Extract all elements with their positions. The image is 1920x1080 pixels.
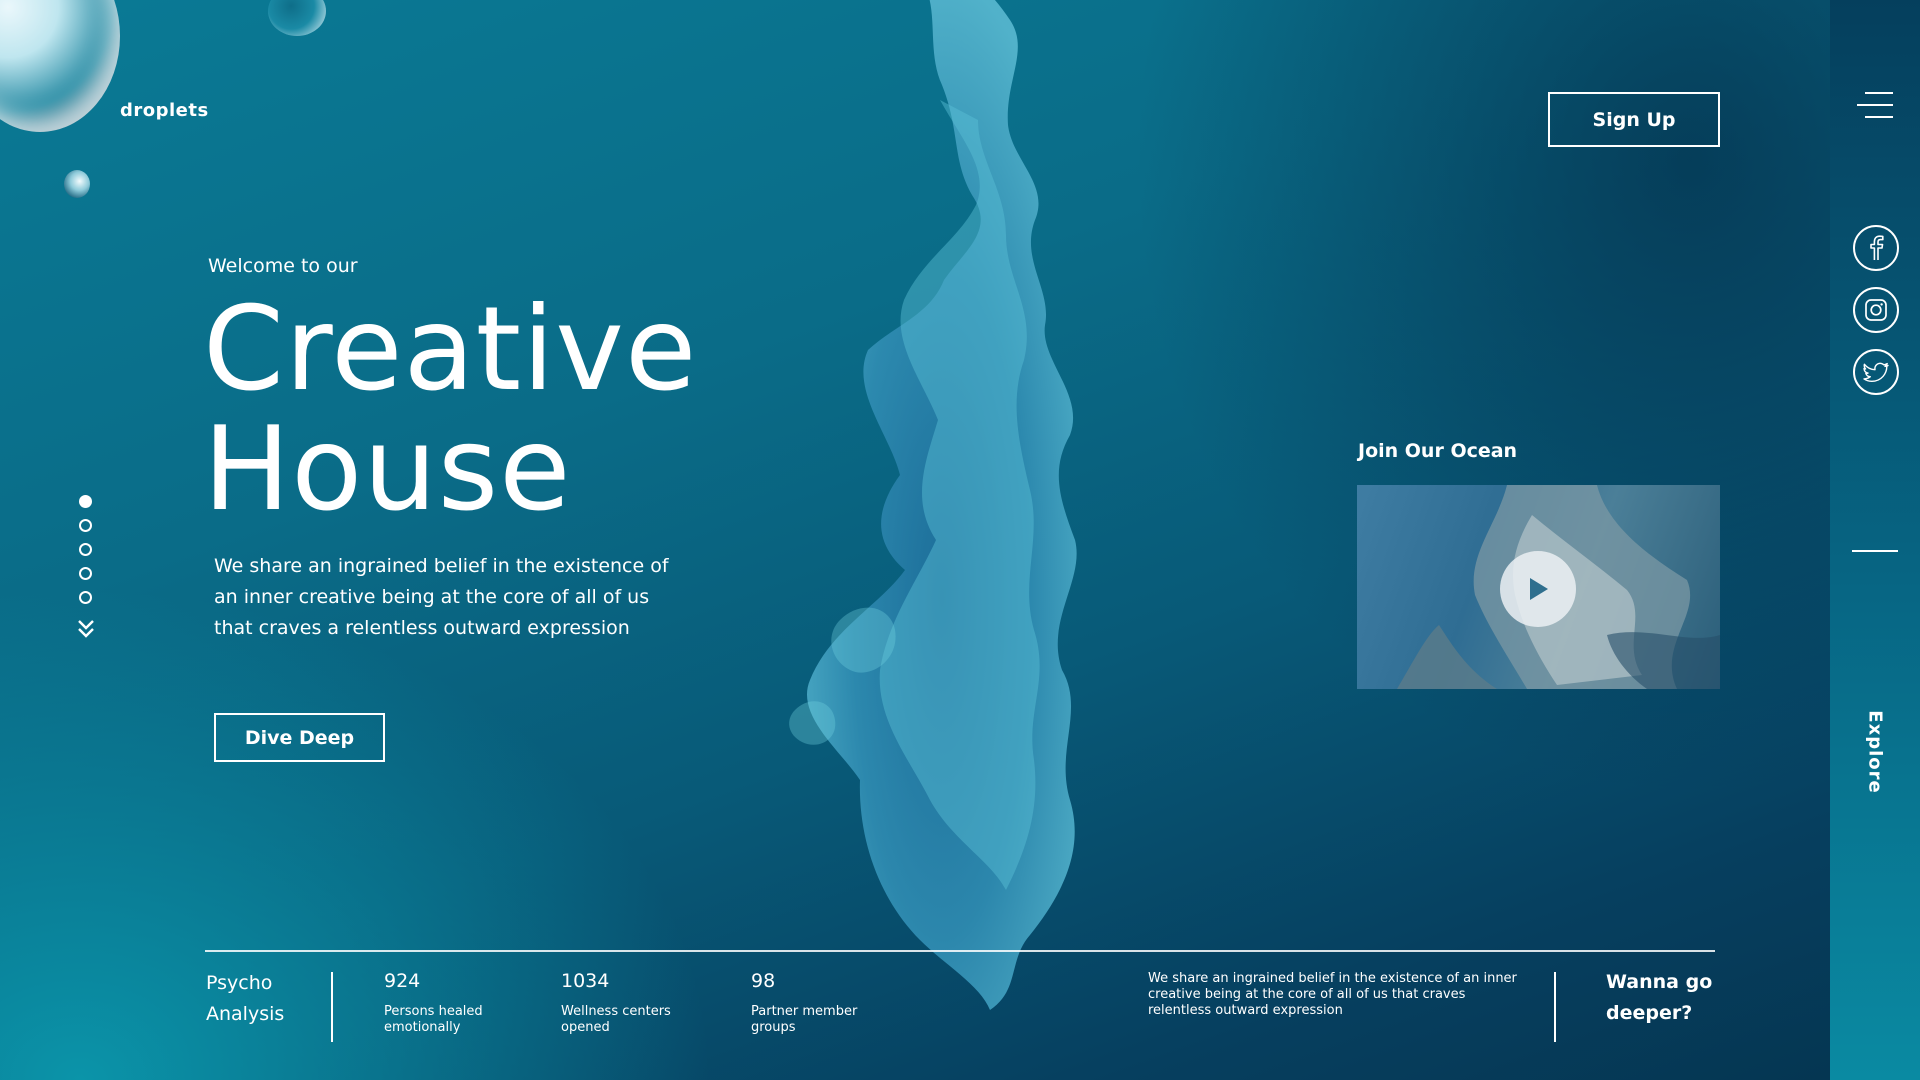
stat-label-line2: groups <box>751 1020 796 1035</box>
right-rail <box>1830 0 1920 1080</box>
cta-line2: deeper? <box>1606 1002 1693 1024</box>
brand-logo[interactable]: droplets <box>120 100 209 121</box>
slide-dot-4[interactable] <box>79 567 92 580</box>
stat-label-line2: opened <box>561 1020 610 1035</box>
video-thumbnail[interactable] <box>1357 485 1720 689</box>
facebook-icon[interactable] <box>1853 225 1899 271</box>
instagram-glyph <box>1865 299 1887 321</box>
dive-deep-button[interactable]: Dive Deep <box>214 713 385 762</box>
footer-divider <box>205 950 1715 952</box>
footer-separator-right <box>1554 972 1556 1042</box>
stat-label-line1: Partner member <box>751 1004 858 1019</box>
play-button[interactable] <box>1500 551 1576 627</box>
footer-section-title: Psycho Analysis <box>206 968 284 1030</box>
double-chevron-down-icon[interactable] <box>77 618 95 640</box>
stat-value: 924 <box>384 970 421 992</box>
hero-description: We share an ingrained belief in the exis… <box>214 555 669 639</box>
hero-title-line1: Creative <box>203 282 698 417</box>
slide-dot-5[interactable] <box>79 591 92 604</box>
facebook-glyph <box>1870 235 1884 260</box>
stat-partner-groups: 98 Partner member groups <box>751 968 857 1036</box>
hamburger-menu-icon[interactable] <box>1857 92 1893 122</box>
video-heading: Join Our Ocean <box>1358 440 1518 462</box>
slide-dot-1[interactable] <box>79 495 92 508</box>
water-droplet-large <box>0 0 120 132</box>
water-droplet-top <box>268 0 326 36</box>
stat-label: Persons healed emotionally <box>384 1004 483 1036</box>
footer-blurb: We share an ingrained belief in the exis… <box>1148 971 1517 1018</box>
twitter-glyph <box>1863 362 1889 382</box>
instagram-icon[interactable] <box>1853 287 1899 333</box>
slide-dot-3[interactable] <box>79 543 92 556</box>
hero-background: droplets Sign Up Welcome to our Creative… <box>0 0 1830 1080</box>
wanna-go-deeper-link[interactable]: Wanna go deeper? <box>1606 967 1712 1029</box>
footer-separator-left <box>331 972 333 1042</box>
stat-label-line2: emotionally <box>384 1020 461 1035</box>
hero-title-line2: House <box>203 402 572 537</box>
play-icon <box>1530 578 1548 600</box>
slide-pagination <box>79 495 93 615</box>
stat-label: Partner member groups <box>751 1004 857 1036</box>
slide-dot-2[interactable] <box>79 519 92 532</box>
footer-section-line1: Psycho <box>206 972 273 994</box>
stat-wellness-centers: 1034 Wellness centers opened <box>561 968 671 1036</box>
signup-button[interactable]: Sign Up <box>1548 92 1720 147</box>
rail-divider <box>1852 550 1898 552</box>
water-droplet-small <box>64 170 90 198</box>
explore-link[interactable]: Explore <box>1865 710 1886 793</box>
hero-welcome: Welcome to our <box>208 255 358 277</box>
cta-line1: Wanna go <box>1606 971 1713 993</box>
ink-cloud-illustration <box>789 0 1077 1010</box>
twitter-icon[interactable] <box>1853 349 1899 395</box>
stat-value: 1034 <box>561 970 610 992</box>
stat-label: Wellness centers opened <box>561 1004 671 1036</box>
hero-title: Creative House <box>203 290 697 530</box>
stat-label-line1: Persons healed <box>384 1004 483 1019</box>
stat-persons-healed: 924 Persons healed emotionally <box>384 968 483 1036</box>
stat-label-line1: Wellness centers <box>561 1004 671 1019</box>
footer-section-line2: Analysis <box>206 1003 285 1025</box>
stat-value: 98 <box>751 970 776 992</box>
